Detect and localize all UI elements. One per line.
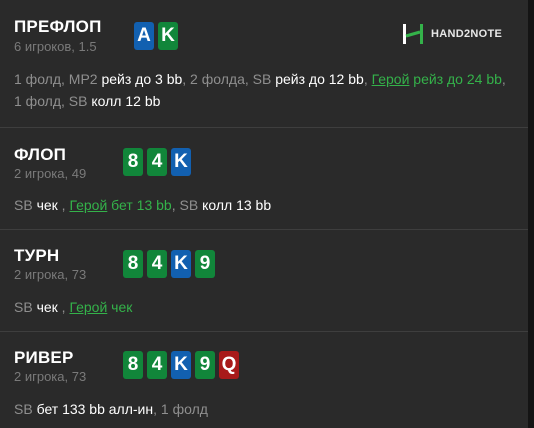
street-flop: ФЛОП 2 игрока, 49 84K SB чек , Герой бет… (0, 128, 528, 230)
action-amount: чек (36, 197, 58, 213)
street-title: ПРЕФЛОП (14, 17, 102, 36)
action-text: SB (14, 299, 37, 315)
card-clubs: 4 (147, 148, 167, 176)
card-clubs: 8 (123, 148, 143, 176)
hero-name[interactable]: Герой (372, 71, 410, 87)
street-title: РИВЕР (14, 348, 74, 367)
action-amount: бет 133 bb алл-ин (36, 401, 154, 417)
action-text: SB (252, 71, 276, 87)
street-info: 2 игрока, 73 (14, 267, 87, 282)
action-text: , 1 фолд (153, 401, 208, 417)
card-diamonds: K (171, 351, 191, 379)
action-text: 1 фолд, (14, 71, 69, 87)
card-diamonds: A (134, 22, 154, 50)
street-river: РИВЕР 2 игрока, 73 84K9Q SB бет 133 bb а… (0, 332, 528, 428)
street-turn: ТУРН 2 игрока, 73 84K9 SB чек , Герой че… (0, 230, 528, 332)
card-clubs: 8 (123, 250, 143, 278)
board-cards: AK (134, 22, 178, 50)
scrollbar[interactable] (528, 0, 534, 428)
card-clubs: 9 (195, 250, 215, 278)
action-text: , 2 фолда, (182, 71, 253, 87)
street-actions: SB чек , Герой бет 13 bb, SB колл 13 bb (14, 194, 516, 216)
street-actions: SB чек , Герой чек (14, 296, 516, 318)
card-diamonds: K (171, 148, 191, 176)
card-clubs: 4 (147, 250, 167, 278)
action-text: , (171, 197, 180, 213)
street-title: ФЛОП (14, 145, 67, 164)
action-amount: рейз до 12 bb (275, 71, 364, 87)
card-clubs: 8 (123, 351, 143, 379)
card-clubs: 9 (195, 351, 215, 379)
card-hearts: Q (219, 351, 239, 379)
street-preflop: ПРЕФЛОП 6 игроков, 1.5 AK HAND2NOTE 1 фо… (0, 0, 528, 128)
action-amount: рейз до 3 bb (101, 71, 183, 87)
action-text: MP2 (68, 71, 102, 87)
action-text: SB (14, 401, 37, 417)
h2n-logo-icon (403, 24, 423, 44)
hero-name[interactable]: Герой (69, 299, 107, 315)
street-info: 2 игрока, 73 (14, 369, 87, 384)
action-text: SB (14, 197, 37, 213)
action-text: SB (68, 93, 92, 109)
logo-text: HAND2NOTE (431, 28, 503, 40)
action-text: , (57, 299, 70, 315)
card-clubs: 4 (147, 351, 167, 379)
hero-action: рейз до 24 bb (409, 71, 502, 87)
hand-history-panel: ПРЕФЛОП 6 игроков, 1.5 AK HAND2NOTE 1 фо… (0, 0, 528, 428)
street-info: 2 игрока, 49 (14, 166, 87, 181)
street-actions: 1 фолд, MP2 рейз до 3 bb, 2 фолда, SB ре… (14, 68, 516, 112)
action-text: , (57, 197, 70, 213)
card-diamonds: K (171, 250, 191, 278)
action-amount: колл 13 bb (202, 197, 272, 213)
hero-action: бет 13 bb (107, 197, 172, 213)
board-cards: 84K (123, 148, 191, 176)
street-info: 6 игроков, 1.5 (14, 39, 97, 54)
hero-action: чек (107, 299, 133, 315)
hero-name[interactable]: Герой (69, 197, 107, 213)
action-amount: колл 12 bb (91, 93, 161, 109)
action-amount: чек (36, 299, 58, 315)
board-cards: 84K9 (123, 250, 215, 278)
action-text: SB (179, 197, 203, 213)
action-text: , (363, 71, 372, 87)
card-clubs: K (158, 22, 178, 50)
hand2note-logo: HAND2NOTE (401, 22, 502, 46)
street-actions: SB бет 133 bb алл-ин, 1 фолд (14, 398, 516, 420)
board-cards: 84K9Q (123, 351, 239, 379)
street-title: ТУРН (14, 246, 60, 265)
